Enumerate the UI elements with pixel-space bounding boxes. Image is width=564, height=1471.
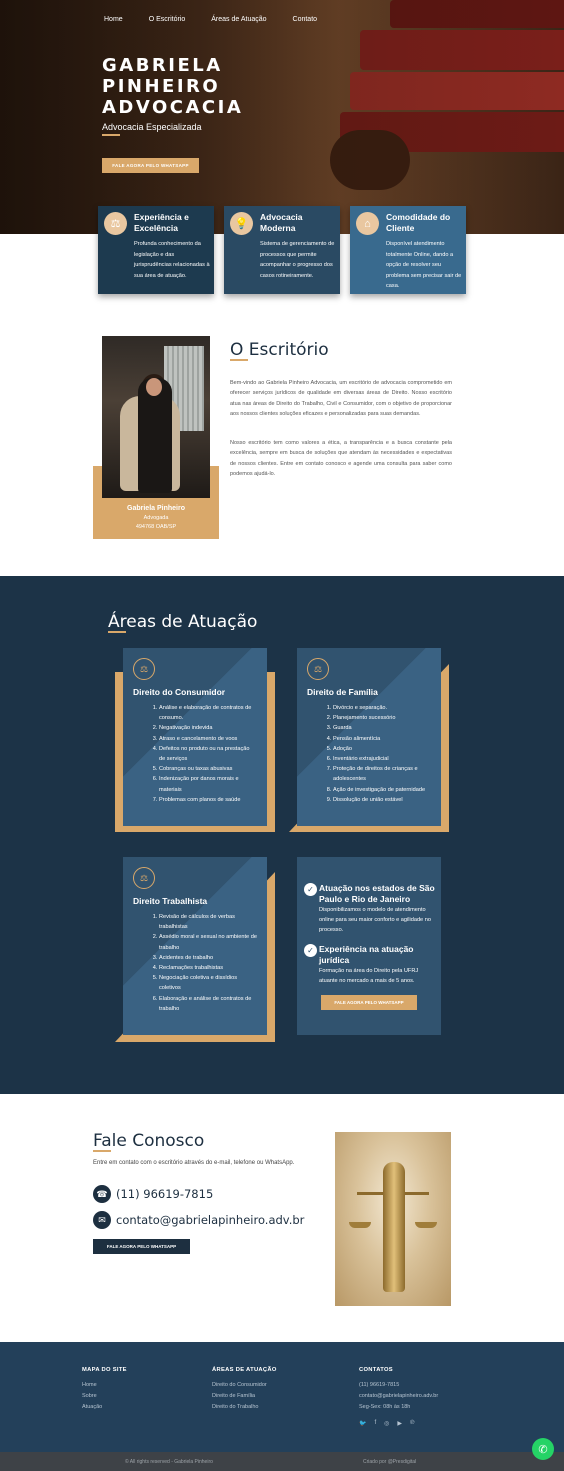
hero-title: GABRIELA PINHEIRO ADVOCACIA (102, 55, 244, 118)
office-title: O Escritório (230, 340, 329, 360)
credit: Criado por @Presdigital (363, 1459, 417, 1465)
area-list: Divórcio e separação. Planejamento suces… (307, 703, 431, 805)
justice-statue-image (335, 1132, 451, 1306)
office-paragraph: Nosso escritório tem como valores a étic… (230, 440, 452, 477)
shopping-icon: ⚖ (133, 658, 155, 680)
lawyer-role: Advogada (143, 515, 169, 521)
feature-card: ⚖ Experiência e Excelência Profunda conh… (98, 206, 214, 294)
areas-title: Áreas de Atuação (108, 612, 258, 632)
area-card: ⚖ Direito do Consumidor Análise e elabor… (123, 648, 267, 826)
main-nav: Home O Escritório Áreas de Atuação Conta… (104, 16, 343, 23)
facebook-icon[interactable]: f (374, 1420, 376, 1427)
area-list: Análise e elaboração de contratos de con… (133, 703, 257, 805)
footer-bottom-bar: © All rights reserved - Gabriela Pinheir… (0, 1452, 564, 1471)
contact-email[interactable]: ✉ contato@gabrielapinheiro.adv.br (93, 1211, 304, 1229)
youtube-icon[interactable]: ▶ (397, 1420, 402, 1427)
whatsapp-button[interactable]: FALE AGORA PELO WHATSAPP (102, 158, 199, 173)
check-icon: ✓ (304, 944, 317, 957)
footer-sitemap: MAPA DO SITE Home Sobre Atuação (82, 1367, 127, 1410)
footer-areas: ÁREAS DE ATUAÇÃO Direito do Consumidor D… (212, 1367, 277, 1410)
nav-contato[interactable]: Contato (293, 16, 318, 23)
divider (108, 631, 126, 633)
nav-areas[interactable]: Áreas de Atuação (211, 16, 266, 23)
office-paragraph: Bem-vindo ao Gabriela Pinheiro Advocacia… (230, 380, 452, 417)
footer-link[interactable]: Home (82, 1382, 127, 1388)
hero-banner: Home O Escritório Áreas de Atuação Conta… (0, 0, 564, 234)
copyright: © All rights reserved - Gabriela Pinheir… (125, 1459, 213, 1465)
areas-section (0, 576, 564, 1094)
footer-link[interactable]: Direito do Consumidor (212, 1382, 277, 1388)
pinterest-icon[interactable]: ℗ (410, 1420, 414, 1427)
hero-subtitle: Advocacia Especializada (102, 122, 202, 132)
contact-phone[interactable]: ☎ (11) 96619-7815 (93, 1185, 213, 1203)
footer-link[interactable]: Direito do Trabalho (212, 1404, 277, 1410)
whatsapp-button[interactable]: FALE AGORA PELO WHATSAPP (93, 1239, 190, 1254)
worker-icon: ⚖ (133, 867, 155, 889)
footer-contacts: CONTATOS (11) 96619-7815 contato@gabriel… (359, 1367, 439, 1410)
social-links: 🐦 f ◎ ▶ ℗ (359, 1420, 422, 1427)
area-card: ⚖ Direito de Família Divórcio e separaçã… (297, 648, 441, 826)
twitter-icon[interactable]: 🐦 (359, 1420, 366, 1427)
contact-title: Fale Conosco (93, 1131, 205, 1151)
footer-link[interactable]: Sobre (82, 1393, 127, 1399)
lawyer-caption: Gabriela Pinheiro Advogada 494768 OAB/SP (93, 505, 219, 532)
area-card: ⚖ Direito Trabalhista Revisão de cálculo… (123, 857, 267, 1035)
whatsapp-float-icon[interactable]: ✆ (532, 1438, 554, 1460)
instagram-icon[interactable]: ◎ (384, 1420, 389, 1427)
family-icon: ⚖ (307, 658, 329, 680)
home-icon: ⌂ (356, 212, 379, 235)
phone-icon: ☎ (93, 1185, 111, 1203)
footer-link[interactable]: Atuação (82, 1404, 127, 1410)
nav-home[interactable]: Home (104, 16, 123, 23)
contact-subtitle: Entre em contato com o escritório atravé… (93, 1160, 295, 1166)
feature-card: 💡 Advocacia Moderna Sistema de gerenciam… (224, 206, 340, 294)
lightbulb-icon: 💡 (230, 212, 253, 235)
nav-escritorio[interactable]: O Escritório (149, 16, 186, 23)
lawyer-photo (102, 336, 210, 498)
divider (230, 359, 248, 361)
scale-icon: ⚖ (104, 212, 127, 235)
divider (102, 134, 120, 136)
divider (93, 1150, 111, 1152)
area-list: Revisão de cálculos de verbas trabalhist… (133, 912, 257, 1014)
whatsapp-button[interactable]: FALE AGORA PELO WHATSAPP (321, 995, 417, 1010)
mail-icon: ✉ (93, 1211, 111, 1229)
footer-link[interactable]: Direito de Família (212, 1393, 277, 1399)
info-card: ✓ Atuação nos estados de São Paulo e Rio… (297, 857, 441, 1035)
check-icon: ✓ (304, 883, 317, 896)
lawyer-oab: 494768 OAB/SP (135, 524, 177, 530)
feature-card: ⌂ Comodidade do Cliente Disponível atend… (350, 206, 466, 294)
lawyer-name: Gabriela Pinheiro (127, 505, 185, 512)
